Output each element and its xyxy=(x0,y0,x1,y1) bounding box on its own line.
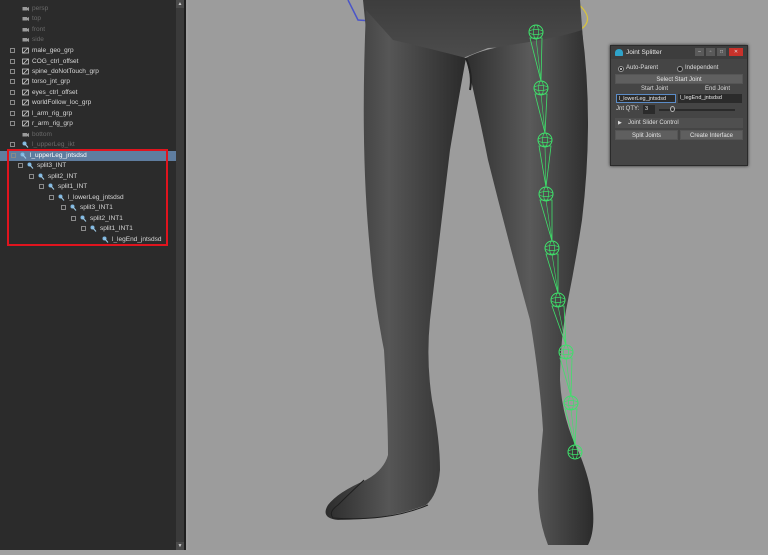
camera-icon xyxy=(22,36,29,43)
camera-icon xyxy=(22,15,29,22)
jnt-qty-slider-handle[interactable] xyxy=(670,106,675,112)
group-icon xyxy=(22,99,29,106)
character-mesh xyxy=(325,0,594,545)
auto-parent-radio[interactable] xyxy=(618,66,624,72)
outliner-item[interactable]: eyes_ctrl_offset xyxy=(0,88,176,98)
camera-icon xyxy=(22,131,29,138)
end-joint-label: End Joint xyxy=(705,86,731,92)
outliner-item[interactable]: male_geo_grp xyxy=(0,46,176,56)
independent-radio[interactable] xyxy=(677,66,683,72)
independent-label: Independent xyxy=(685,65,719,71)
joint-icon xyxy=(22,141,29,148)
joint-sphere[interactable] xyxy=(558,344,574,360)
outliner-item[interactable]: torso_jnt_grp xyxy=(0,77,176,87)
expand-toggle-icon[interactable] xyxy=(10,90,15,95)
start-joint-label: Start Joint xyxy=(641,86,669,92)
group-icon xyxy=(22,110,29,117)
outliner-item-label: bottom xyxy=(32,131,52,138)
outliner-item[interactable]: spine_doNotTouch_grp xyxy=(0,67,176,77)
window-titlebar[interactable]: Joint Splitter – ▫ □ ✕ xyxy=(611,46,747,59)
group-icon xyxy=(22,47,29,54)
camera-icon xyxy=(22,26,29,33)
joint-bone-axis xyxy=(565,357,572,397)
auto-parent-label: Auto-Parent xyxy=(626,65,659,71)
outliner-item[interactable]: r_arm_rig_grp xyxy=(0,119,176,129)
group-icon xyxy=(22,58,29,65)
end-joint-field[interactable]: l_legEnd_jntsdsd xyxy=(678,94,742,103)
outliner-item[interactable]: bottom xyxy=(0,130,176,140)
joint-splitter-window[interactable]: Joint Splitter – ▫ □ ✕ Auto-Parent Indep… xyxy=(610,45,748,166)
joint-slider-control-section[interactable]: ▶ Joint Slider Control xyxy=(615,118,743,128)
expand-toggle-icon[interactable] xyxy=(10,79,15,84)
maximize-icon[interactable]: □ xyxy=(717,48,726,56)
group-icon xyxy=(22,89,29,96)
outliner-item[interactable]: top xyxy=(0,14,176,24)
joint-sphere[interactable] xyxy=(563,395,579,411)
close-icon[interactable]: ✕ xyxy=(729,48,743,56)
create-interface-button[interactable]: Create Interface xyxy=(680,130,743,140)
outliner-item-label: front xyxy=(32,26,46,33)
outliner-item-label: r_arm_rig_grp xyxy=(32,120,73,127)
outliner-item[interactable]: side xyxy=(0,35,176,45)
outliner-item-label: eyes_ctrl_offset xyxy=(32,89,78,96)
jnt-qty-label: Jnt QTY: xyxy=(616,106,640,112)
expand-toggle-icon[interactable] xyxy=(10,111,15,116)
expand-toggle-icon[interactable] xyxy=(10,142,15,147)
outliner-item-label: male_geo_grp xyxy=(32,47,74,54)
outliner-item[interactable]: worldFollow_loc_grp xyxy=(0,98,176,108)
scroll-up-icon[interactable]: ▲ xyxy=(176,0,184,8)
split-joints-button[interactable]: Split Joints xyxy=(615,130,678,140)
expand-toggle-icon[interactable] xyxy=(10,121,15,126)
expand-toggle-icon[interactable] xyxy=(10,69,15,74)
expand-toggle-icon[interactable] xyxy=(10,100,15,105)
outliner-item-label: persp xyxy=(32,5,49,12)
outliner-item[interactable]: front xyxy=(0,25,176,35)
outliner-item-label: top xyxy=(32,15,42,22)
minimize-icon[interactable]: – xyxy=(695,48,704,56)
scroll-down-icon[interactable]: ▼ xyxy=(176,542,184,550)
outliner-item-label: worldFollow_loc_grp xyxy=(32,99,92,106)
outliner-item-label: l_arm_rig_grp xyxy=(32,110,73,117)
start-joint-field[interactable]: l_lowerLeg_jntsdsd xyxy=(616,94,676,103)
expand-toggle-icon[interactable] xyxy=(10,48,15,53)
outliner-item-label: spine_doNotTouch_grp xyxy=(32,68,99,75)
outliner-item[interactable]: COG_ctrl_offset xyxy=(0,57,176,67)
outliner-scrollbar[interactable]: ▲ ▼ xyxy=(176,0,184,550)
camera-icon xyxy=(22,5,29,12)
select-start-joint-button[interactable]: Select Start Joint xyxy=(615,74,743,84)
expand-triangle-icon[interactable]: ▶ xyxy=(618,119,622,127)
joint-slider-control-label: Joint Slider Control xyxy=(628,120,679,126)
outliner-item-label: COG_ctrl_offset xyxy=(32,58,79,65)
jnt-qty-field[interactable]: 3 xyxy=(643,105,655,114)
group-icon xyxy=(22,68,29,75)
outliner-item-label: torso_jnt_grp xyxy=(32,78,70,85)
outliner-item-label: side xyxy=(32,36,44,43)
outliner-list: persp top front side male_geo_grp COG_ctrl_of… xyxy=(0,0,176,550)
restore-icon[interactable]: ▫ xyxy=(706,48,715,56)
outliner-item[interactable]: persp xyxy=(0,4,176,14)
group-icon xyxy=(22,78,29,85)
window-title: Joint Splitter xyxy=(626,49,662,56)
group-icon xyxy=(22,120,29,127)
selection-highlight-box xyxy=(7,149,168,246)
outliner-panel: persp top front side male_geo_grp COG_ctrl_of… xyxy=(0,0,186,550)
expand-toggle-icon[interactable] xyxy=(10,59,15,64)
maya-logo-icon xyxy=(615,49,623,56)
outliner-item[interactable]: l_arm_rig_grp xyxy=(0,109,176,119)
